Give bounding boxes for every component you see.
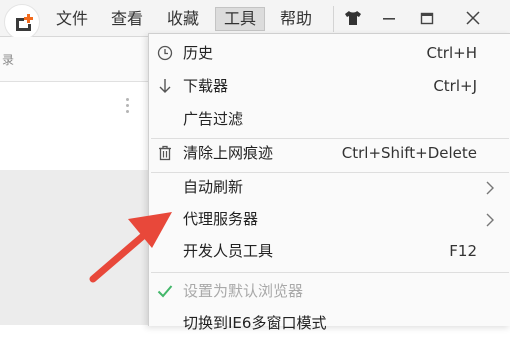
menu-item-shortcut: F12 (449, 242, 477, 260)
menu-divider (151, 272, 509, 273)
menu-item-auto-refresh[interactable]: 自动刷新 (149, 172, 510, 202)
clock-icon (157, 45, 173, 61)
menu-item-label: 设置为默认浏览器 (183, 282, 304, 300)
skin-icon[interactable] (336, 4, 370, 32)
menu-item-label: 自动刷新 (183, 178, 244, 196)
address-bar-fragment[interactable]: 录 (0, 37, 148, 82)
menu-item-history[interactable]: 历史 Ctrl+H (149, 38, 510, 68)
menu-favorites[interactable]: 收藏 (163, 7, 203, 31)
menu-item-label: 切换到IE6多窗口模式 (183, 314, 327, 332)
trash-icon (157, 145, 173, 161)
menu-item-shortcut: Ctrl+H (426, 44, 477, 62)
menu-item-label: 历史 (183, 44, 214, 62)
minimize-icon[interactable] (372, 4, 406, 32)
page-content-area (0, 170, 150, 325)
menu-item-downloader[interactable]: 下载器 Ctrl+J (149, 71, 510, 101)
menu-file[interactable]: 文件 (52, 7, 92, 31)
menu-item-label: 广告过滤 (183, 110, 244, 128)
tools-dropdown-menu: 历史 Ctrl+H 下载器 Ctrl+J 广告过滤 清除上网痕迹 Ctrl+Sh… (148, 33, 510, 332)
menu-item-ad-filter[interactable]: 广告过滤 (149, 104, 510, 134)
menu-item-shortcut: Ctrl+J (433, 77, 477, 95)
drag-handle-icon[interactable] (126, 98, 130, 116)
menu-item-label: 清除上网痕迹 (183, 144, 274, 162)
menu-item-label: 下载器 (183, 77, 229, 95)
submenu-chevron-icon (485, 180, 495, 195)
menu-bar: 文件 查看 收藏 工具 帮助 (0, 0, 510, 40)
address-text-fragment: 录 (2, 53, 15, 67)
restore-icon[interactable] (410, 4, 444, 32)
menu-item-shortcut: Ctrl+Shift+Delete (341, 144, 477, 162)
menu-item-switch-ie6-mode[interactable]: 切换到IE6多窗口模式 (149, 308, 510, 338)
menu-help[interactable]: 帮助 (276, 7, 316, 31)
menu-view[interactable]: 查看 (107, 7, 147, 31)
download-arrow-icon (157, 78, 173, 94)
menu-item-proxy-server[interactable]: 代理服务器 (149, 204, 510, 234)
menu-item-label: 开发人员工具 (183, 242, 274, 260)
browser-logo-icon[interactable] (4, 4, 40, 40)
menu-item-developer-tools[interactable]: 开发人员工具 F12 (149, 236, 510, 266)
menu-item-label: 代理服务器 (183, 210, 259, 228)
menu-item-clear-traces[interactable]: 清除上网痕迹 Ctrl+Shift+Delete (149, 138, 510, 168)
close-icon[interactable] (456, 4, 490, 32)
titlebar-separator (333, 6, 334, 32)
checkmark-icon (157, 283, 173, 299)
submenu-chevron-icon (485, 212, 495, 227)
menu-tools[interactable]: 工具 (215, 7, 265, 31)
menu-item-set-default-browser: 设置为默认浏览器 (149, 276, 510, 306)
